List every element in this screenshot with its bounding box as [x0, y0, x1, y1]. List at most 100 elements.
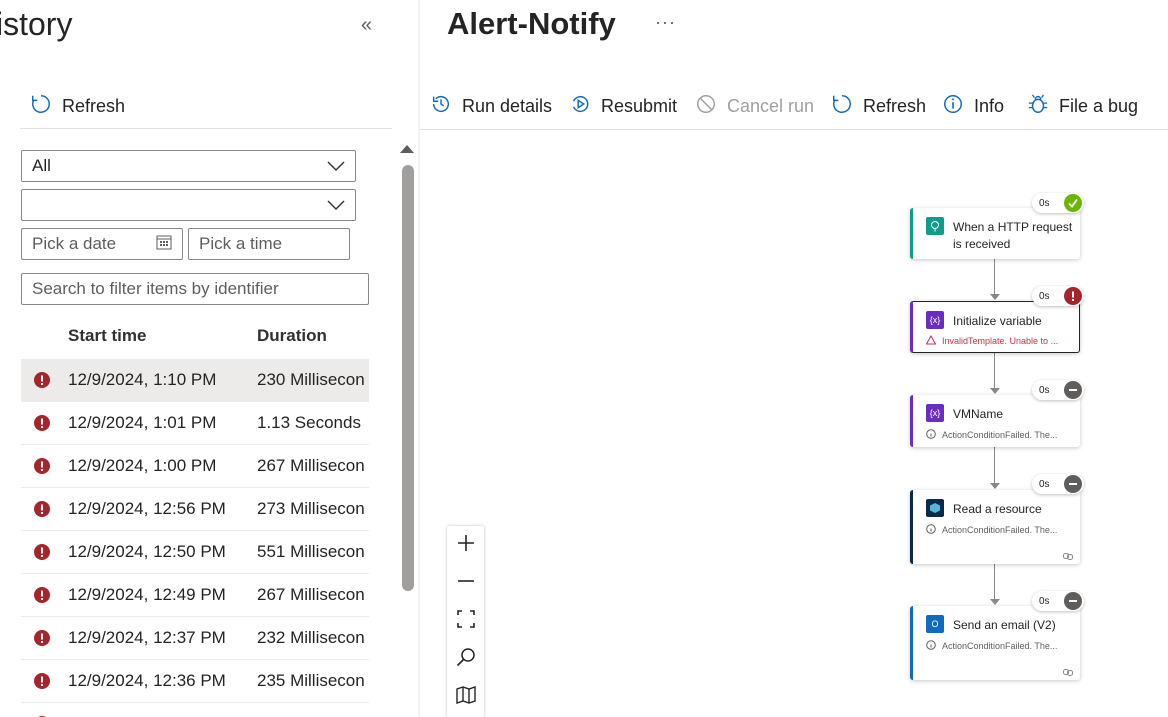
error-status-icon [34, 415, 50, 436]
step-skip-message: ActionConditionFailed. The... [926, 640, 1057, 652]
step-title: When a HTTP request is received [953, 219, 1072, 253]
run-row[interactable]: 12/9/2024, 12:36 PM 235 Millisecon [21, 660, 369, 703]
history-refresh-button[interactable]: Refresh [30, 92, 125, 120]
warning-icon [925, 334, 937, 347]
connector-arrow [990, 388, 1000, 394]
skipped-icon [1064, 592, 1082, 610]
secondary-filter-dropdown[interactable] [21, 189, 356, 221]
resubmit-button[interactable]: Resubmit [569, 92, 677, 120]
bug-icon [1027, 93, 1049, 120]
step-status-badge: 0s [1032, 193, 1084, 213]
zoom-in-button[interactable] [447, 526, 484, 564]
minus-icon [457, 572, 475, 595]
time-picker[interactable]: Pick a time [188, 228, 350, 260]
column-header-start-time[interactable]: Start time [68, 326, 146, 346]
panel-divider[interactable] [418, 0, 420, 717]
connector-line [994, 447, 995, 484]
step-duration: 0s [1039, 384, 1050, 396]
run-start-time: 12/9/2024, 12:36 PM [68, 671, 226, 690]
link-icon [1063, 547, 1073, 565]
variable-icon: {x} [926, 311, 944, 329]
file-bug-button[interactable]: File a bug [1027, 92, 1138, 120]
workflow-step-vmname[interactable]: {x} VMName ActionConditionFailed. The... [910, 395, 1080, 447]
search-canvas-button[interactable] [447, 640, 484, 678]
outlook-icon: O [926, 615, 944, 633]
plus-icon [457, 534, 475, 557]
step-duration: 0s [1039, 595, 1050, 607]
resubmit-label: Resubmit [601, 95, 678, 116]
identifier-search-input[interactable]: Search to filter items by identifier [21, 273, 369, 305]
refresh-icon [30, 93, 52, 120]
search-placeholder: Search to filter items by identifier [32, 279, 279, 298]
step-skip-message: ActionConditionFailed. The... [926, 429, 1057, 441]
minimap-button[interactable] [447, 678, 484, 716]
run-row[interactable]: 12/9/2024, 12:37 PM 232 Millisecon [21, 617, 369, 660]
workflow-step-send-email[interactable]: O Send an email (V2) ActionConditionFail… [910, 606, 1080, 680]
cancel-icon [695, 93, 717, 120]
workflow-refresh-button[interactable]: Refresh [831, 92, 926, 120]
workflow-step-initialize-variable[interactable]: {x} Initialize variable InvalidTemplate.… [910, 301, 1080, 353]
link-icon [1063, 663, 1073, 681]
step-title-line: When a HTTP request [953, 220, 1073, 234]
connector-line [994, 259, 995, 295]
run-row[interactable]: 12/9/2024, 1:10 PM 230 Millisecon [21, 359, 369, 402]
error-status-icon [34, 372, 50, 393]
fit-view-button[interactable] [447, 602, 484, 640]
scrollbar-thumb[interactable] [402, 165, 414, 591]
connector-line [994, 564, 995, 600]
run-start-time: 12/9/2024, 12:50 PM [68, 542, 226, 561]
run-duration: 1.13 Seconds [257, 413, 361, 432]
run-start-time: 12/9/2024, 12:49 PM [68, 585, 226, 604]
refresh-label: Refresh [863, 95, 927, 116]
step-title: Initialize variable [953, 314, 1042, 328]
variable-icon: {x} [926, 404, 944, 422]
run-details-button[interactable]: Run details [430, 92, 552, 120]
canvas-controls [447, 526, 484, 717]
more-options-button[interactable]: ··· [655, 12, 676, 33]
calendar-icon [156, 234, 172, 255]
run-start-time: 12/9/2024, 1:00 PM [68, 456, 217, 475]
run-row[interactable]: 12/9/2024, 12:50 PM 551 Millisecon [21, 531, 369, 574]
connector-arrow [990, 599, 1000, 605]
status-filter-dropdown[interactable]: All [21, 150, 356, 182]
panel-title: istory [0, 6, 73, 42]
error-status-icon [34, 630, 50, 651]
workflow-step-http-trigger[interactable]: When a HTTP request is received [910, 208, 1080, 259]
step-title: VMName [953, 407, 1004, 421]
chevron-down-icon [327, 156, 345, 176]
scroll-up-arrow[interactable] [399, 141, 415, 159]
run-row[interactable] [21, 703, 369, 717]
run-row[interactable]: 12/9/2024, 1:00 PM 267 Millisecon [21, 445, 369, 488]
step-error-message: InvalidTemplate. Unable to ... [925, 334, 1058, 347]
workflow-step-read-resource[interactable]: Read a resource ActionConditionFailed. T… [910, 490, 1080, 564]
run-duration: 273 Millisecon [257, 499, 365, 518]
error-status-icon [34, 673, 50, 694]
time-placeholder: Pick a time [199, 234, 283, 253]
cancel-run-button[interactable]: Cancel run [695, 92, 814, 120]
map-icon [455, 685, 476, 709]
zoom-out-button[interactable] [447, 564, 484, 602]
divider [20, 128, 392, 129]
chevron-down-icon [327, 195, 345, 215]
run-details-label: Run details [462, 95, 553, 116]
run-row[interactable]: 12/9/2024, 1:01 PM 1.13 Seconds [21, 402, 369, 445]
run-row[interactable]: 12/9/2024, 12:56 PM 273 Millisecon [21, 488, 369, 531]
collapse-panel-button[interactable]: « [361, 14, 372, 37]
search-icon [456, 647, 476, 672]
error-status-icon [34, 501, 50, 522]
column-header-duration[interactable]: Duration [257, 326, 327, 346]
skipped-icon [1064, 475, 1082, 493]
step-message-text: ActionConditionFailed. The... [942, 430, 1058, 440]
run-start-time: 12/9/2024, 12:37 PM [68, 628, 226, 647]
run-duration: 235 Millisecon [257, 671, 365, 690]
info-button[interactable]: Info [942, 92, 1004, 120]
run-start-time: 12/9/2024, 1:01 PM [68, 413, 217, 432]
date-picker[interactable]: Pick a date [21, 228, 183, 260]
step-status-badge: 0s [1032, 474, 1084, 494]
run-row[interactable]: 12/9/2024, 12:49 PM 267 Millisecon [21, 574, 369, 617]
run-history-panel: istory « Refresh All Pick a date Pick a … [0, 0, 418, 717]
info-icon [926, 640, 936, 652]
runs-list: 12/9/2024, 1:10 PM 230 Millisecon 12/9/2… [21, 359, 369, 717]
error-status-icon [34, 587, 50, 608]
step-skip-message: ActionConditionFailed. The... [926, 524, 1057, 536]
